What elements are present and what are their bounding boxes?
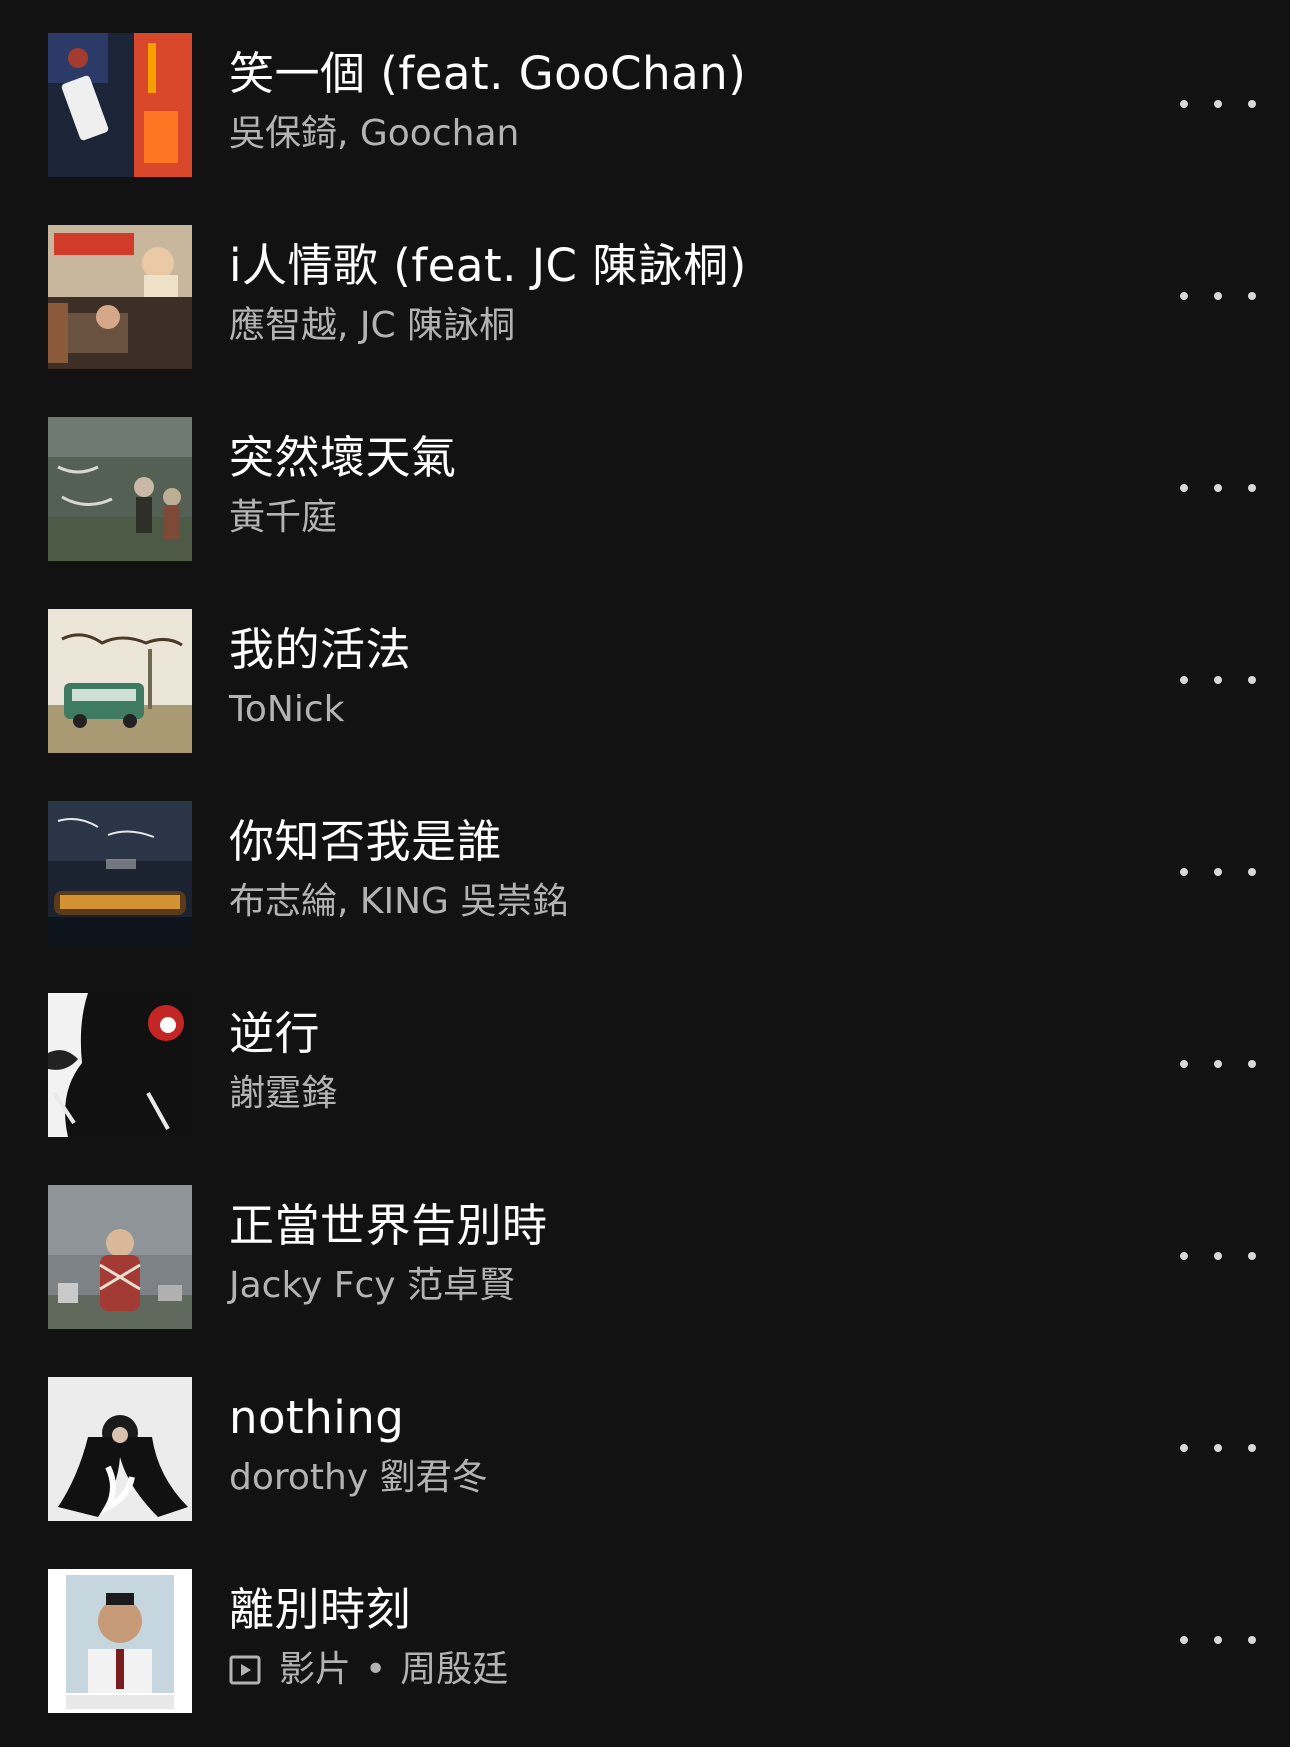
track-artist: dorothy 劉君冬 — [229, 1457, 488, 1498]
track-row[interactable]: 正當世界告別時 Jacky Fcy 范卓賢 — [0, 1152, 1290, 1344]
more-horizontal-icon — [1180, 676, 1188, 684]
track-title: i人情歌 (feat. JC 陳詠桐) — [229, 239, 747, 292]
track-artist: ToNick — [229, 689, 345, 730]
track-title: 逆行 — [229, 1007, 321, 1060]
more-horizontal-icon — [1180, 1444, 1188, 1452]
track-title: 突然壞天氣 — [229, 431, 457, 484]
track-title: 離別時刻 — [229, 1583, 412, 1636]
more-dot — [1214, 1060, 1222, 1068]
track-artist: 周殷廷 — [400, 1649, 509, 1690]
more-dot — [1214, 292, 1222, 300]
track-subtitle: 影片 • 周殷廷 — [229, 1648, 508, 1692]
track-title: nothing — [229, 1391, 405, 1444]
more-dot — [1248, 676, 1256, 684]
track-row[interactable]: 逆行 謝霆鋒 — [0, 960, 1290, 1152]
more-dot — [1214, 484, 1222, 492]
more-dot — [1248, 1060, 1256, 1068]
more-dot — [1248, 100, 1256, 108]
more-options-button[interactable] — [1180, 1618, 1256, 1662]
more-horizontal-icon — [1180, 100, 1188, 108]
album-cover — [48, 993, 192, 1137]
more-options-button[interactable] — [1180, 466, 1256, 510]
track-title: 我的活法 — [229, 623, 412, 676]
more-options-button[interactable] — [1180, 1042, 1256, 1086]
more-dot — [1214, 1444, 1222, 1452]
more-horizontal-icon — [1180, 1636, 1188, 1644]
separator-dot: • — [365, 1649, 387, 1690]
album-cover — [48, 1185, 192, 1329]
more-dot — [1248, 868, 1256, 876]
album-cover — [48, 1377, 192, 1521]
track-list: 笑一個 (feat. GooChan) 吳保錡, Goochan i人情歌 (f… — [0, 0, 1290, 1747]
more-options-button[interactable] — [1180, 1234, 1256, 1278]
more-dot — [1214, 100, 1222, 108]
more-dot — [1248, 1636, 1256, 1644]
track-title: 正當世界告別時 — [229, 1199, 548, 1252]
more-options-button[interactable] — [1180, 1426, 1256, 1470]
more-dot — [1214, 1252, 1222, 1260]
track-artist: 吳保錡, Goochan — [229, 113, 520, 154]
track-artist: Jacky Fcy 范卓賢 — [229, 1265, 516, 1306]
album-cover — [48, 225, 192, 369]
more-dot — [1214, 868, 1222, 876]
more-options-button[interactable] — [1180, 850, 1256, 894]
more-horizontal-icon — [1180, 1252, 1188, 1260]
track-row[interactable]: i人情歌 (feat. JC 陳詠桐) 應智越, JC 陳詠桐 — [0, 192, 1290, 384]
more-options-button[interactable] — [1180, 658, 1256, 702]
more-horizontal-icon — [1180, 868, 1188, 876]
more-options-button[interactable] — [1180, 274, 1256, 318]
more-options-button[interactable] — [1180, 82, 1256, 126]
track-row[interactable]: 你知否我是誰 布志綸, KING 吳崇銘 — [0, 768, 1290, 960]
album-cover — [48, 801, 192, 945]
track-row[interactable]: 我的活法 ToNick — [0, 576, 1290, 768]
track-row[interactable]: 突然壞天氣 黃千庭 — [0, 384, 1290, 576]
album-cover — [48, 33, 192, 177]
media-type-label: 影片 — [279, 1649, 352, 1690]
track-row[interactable]: 笑一個 (feat. GooChan) 吳保錡, Goochan — [0, 0, 1290, 192]
track-title: 你知否我是誰 — [229, 815, 503, 868]
track-artist: 謝霆鋒 — [229, 1073, 338, 1114]
more-dot — [1248, 1444, 1256, 1452]
track-artist: 黃千庭 — [229, 497, 338, 538]
album-cover — [48, 417, 192, 561]
more-dot — [1248, 1252, 1256, 1260]
more-dot — [1214, 1636, 1222, 1644]
track-title: 笑一個 (feat. GooChan) — [229, 47, 747, 100]
track-artist: 布志綸, KING 吳崇銘 — [229, 881, 569, 922]
album-cover — [48, 609, 192, 753]
more-horizontal-icon — [1180, 1060, 1188, 1068]
video-icon — [229, 1654, 261, 1686]
more-dot — [1248, 484, 1256, 492]
more-dot — [1248, 292, 1256, 300]
track-row[interactable]: nothing dorothy 劉君冬 — [0, 1344, 1290, 1536]
more-dot — [1214, 676, 1222, 684]
more-horizontal-icon — [1180, 292, 1188, 300]
track-artist: 應智越, JC 陳詠桐 — [229, 305, 516, 346]
track-row[interactable]: 離別時刻 影片 • 周殷廷 — [0, 1536, 1290, 1728]
more-horizontal-icon — [1180, 484, 1188, 492]
video-thumbnail — [48, 1569, 192, 1713]
